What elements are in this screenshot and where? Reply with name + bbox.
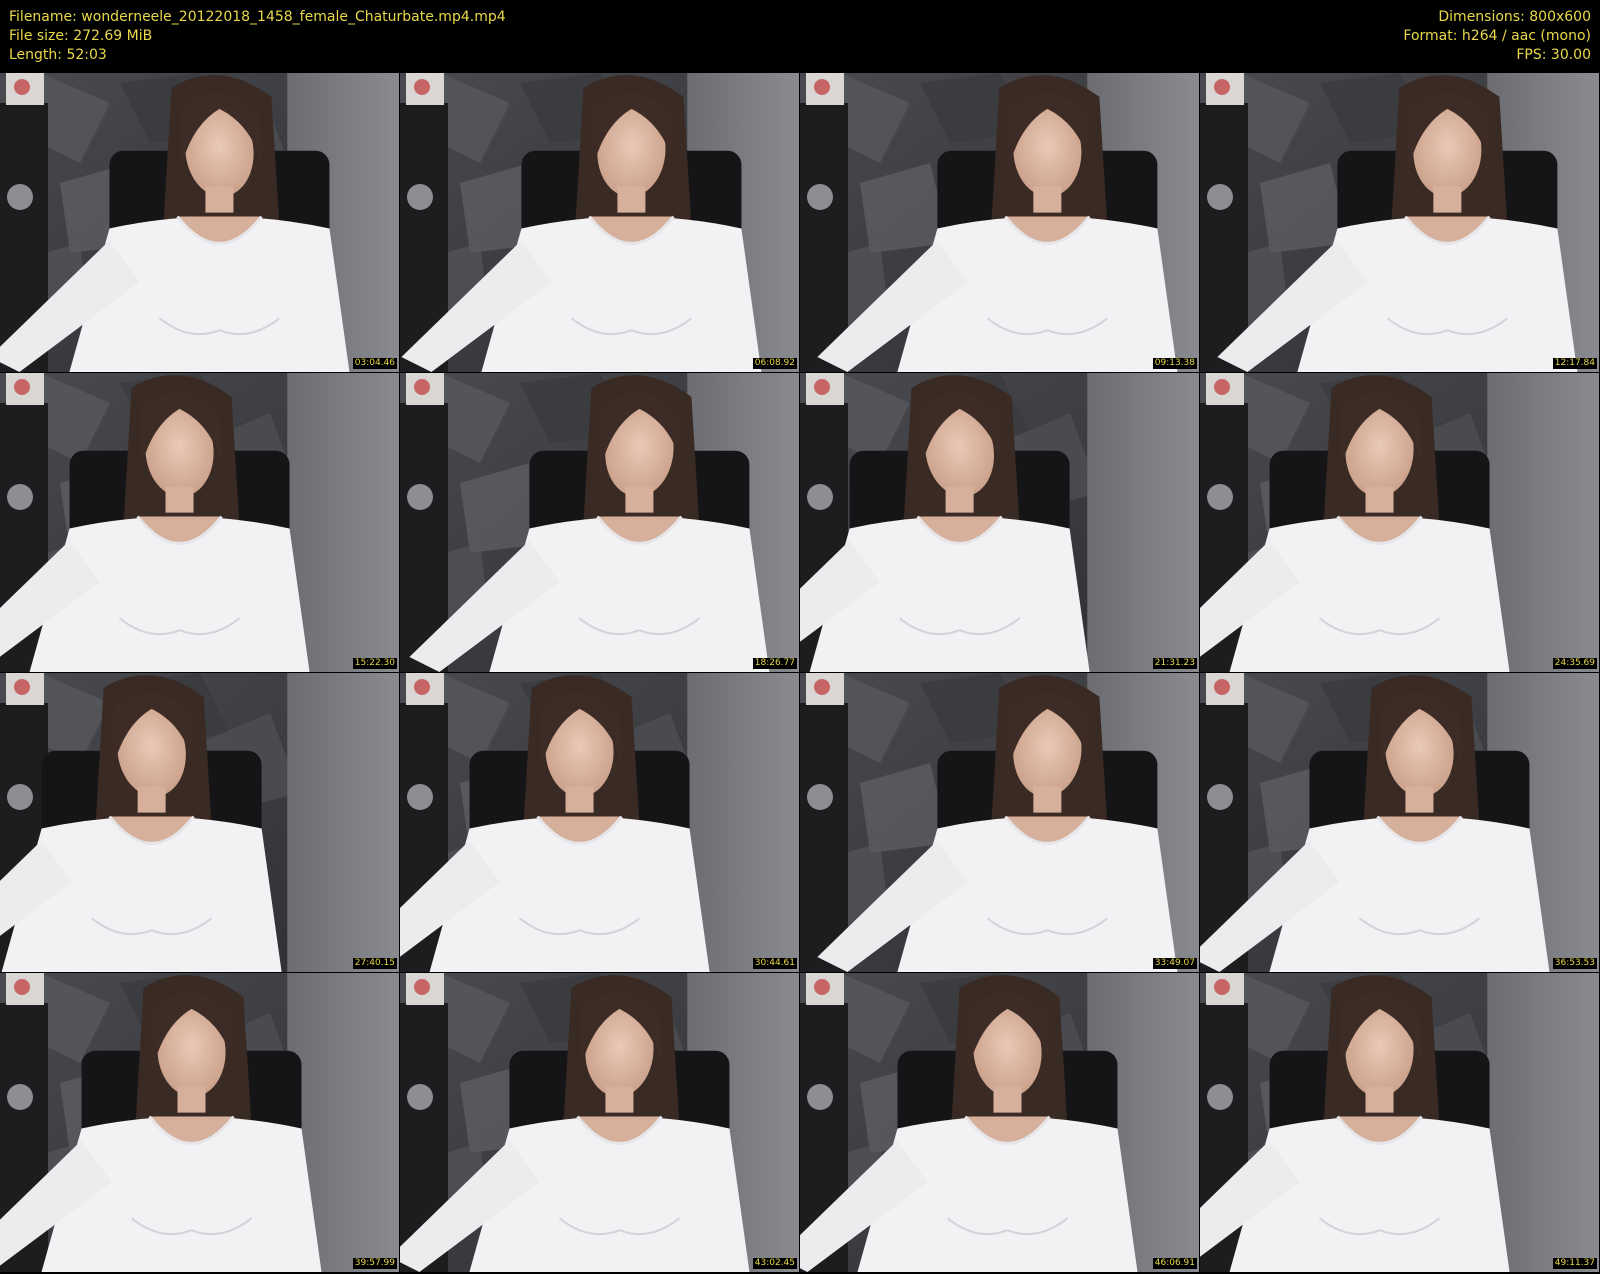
frame-image	[400, 373, 799, 672]
frame-image	[0, 373, 399, 672]
video-thumbnail: 06:08.92	[400, 73, 799, 372]
video-thumbnail: 24:35.69	[1200, 373, 1599, 672]
timestamp-label: 06:08.92	[752, 358, 797, 369]
timestamp-label: 27:40.15	[352, 958, 397, 969]
video-thumbnail: 21:31.23	[800, 373, 1199, 672]
video-thumbnail: 33:49.07	[800, 673, 1199, 972]
timestamp-label: 43:02.45	[752, 1258, 797, 1269]
frame-image	[800, 73, 1199, 372]
dimensions-text: Dimensions: 800x600	[1438, 9, 1591, 25]
video-thumbnail: 18:26.77	[400, 373, 799, 672]
frame-image	[400, 673, 799, 972]
video-thumbnail: 09:13.38	[800, 73, 1199, 372]
timestamp-label: 18:26.77	[752, 658, 797, 669]
frame-image	[1200, 373, 1599, 672]
video-thumbnail: 27:40.15	[0, 673, 399, 972]
timestamp-label: 33:49.07	[1152, 958, 1197, 969]
length-text: Length: 52:03	[9, 47, 107, 63]
format-text: Format: h264 / aac (mono)	[1403, 28, 1591, 44]
timestamp-label: 12:17.84	[1552, 358, 1597, 369]
timestamp-label: 09:13.38	[1152, 358, 1197, 369]
timestamp-label: 24:35.69	[1552, 658, 1597, 669]
frame-image	[1200, 973, 1599, 1272]
frame-image	[1200, 73, 1599, 372]
video-thumbnail: 03:04.46	[0, 73, 399, 372]
frame-image	[0, 73, 399, 372]
thumbnail-grid: 03:04.46 06:08.92 09:13.38 12:17.84 15:2…	[0, 73, 1600, 1274]
frame-image	[0, 673, 399, 972]
fps-text: FPS: 30.00	[1516, 47, 1591, 63]
video-thumbnail: 12:17.84	[1200, 73, 1599, 372]
video-thumbnail: 43:02.45	[400, 973, 799, 1272]
contact-sheet-header: Filename: wonderneele_20122018_1458_fema…	[0, 0, 1600, 72]
filename-text: Filename: wonderneele_20122018_1458_fema…	[9, 9, 506, 25]
frame-image	[800, 673, 1199, 972]
video-thumbnail: 46:06.91	[800, 973, 1199, 1272]
timestamp-label: 39:57.99	[352, 1258, 397, 1269]
video-thumbnail: 30:44.61	[400, 673, 799, 972]
video-thumbnail: 49:11.37	[1200, 973, 1599, 1272]
timestamp-label: 46:06.91	[1152, 1258, 1197, 1269]
frame-image	[0, 973, 399, 1272]
video-thumbnail: 39:57.99	[0, 973, 399, 1272]
video-thumbnail: 15:22.30	[0, 373, 399, 672]
frame-image	[400, 973, 799, 1272]
video-thumbnail: 36:53.53	[1200, 673, 1599, 972]
timestamp-label: 30:44.61	[752, 958, 797, 969]
timestamp-label: 36:53.53	[1552, 958, 1597, 969]
timestamp-label: 49:11.37	[1552, 1258, 1597, 1269]
file-info: Filename: wonderneele_20122018_1458_fema…	[9, 8, 506, 65]
frame-image	[800, 973, 1199, 1272]
media-info: Dimensions: 800x600 Format: h264 / aac (…	[1403, 8, 1591, 65]
filesize-text: File size: 272.69 MiB	[9, 28, 153, 44]
timestamp-label: 03:04.46	[352, 358, 397, 369]
frame-image	[1200, 673, 1599, 972]
frame-image	[800, 373, 1199, 672]
timestamp-label: 21:31.23	[1152, 658, 1197, 669]
frame-image	[400, 73, 799, 372]
timestamp-label: 15:22.30	[352, 658, 397, 669]
